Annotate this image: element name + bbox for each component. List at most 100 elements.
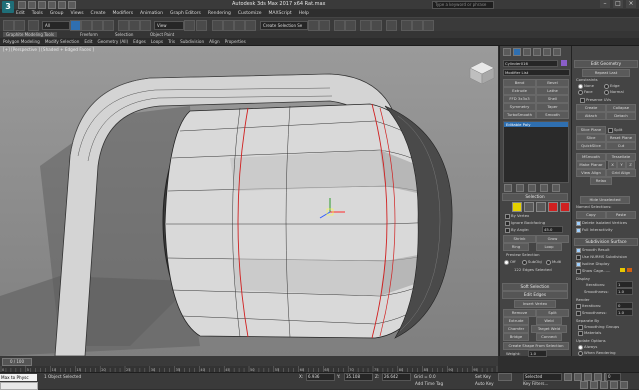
split-edge-button[interactable]: Split [536, 309, 569, 317]
edit-edges-rollout-header[interactable]: Edit Edges [502, 291, 568, 299]
constraint-edge-radio[interactable]: Edge [604, 83, 620, 89]
constraint-none-radio[interactable]: None [578, 83, 594, 89]
selection-filter-dropdown[interactable]: All [42, 21, 70, 30]
preview-off-radio[interactable]: Off [504, 259, 516, 265]
by-angle-checkbox[interactable]: By Angle: [505, 227, 529, 233]
material-editor-icon[interactable] [386, 20, 397, 31]
shell-button[interactable]: Shell [536, 95, 569, 103]
key-mode-icon[interactable] [498, 373, 512, 381]
redo-icon[interactable] [58, 1, 66, 9]
render-iterations-field[interactable]: 0 [616, 302, 633, 309]
bevel-button[interactable]: Bevel [536, 79, 569, 87]
ribbon-align[interactable]: Align [209, 39, 220, 44]
view-align-button[interactable]: View Align [576, 169, 606, 177]
element-level-icon[interactable] [560, 202, 570, 212]
selection-rollout-header[interactable]: Selection [502, 193, 568, 201]
layer-explorer-icon[interactable] [334, 20, 345, 31]
collapse-button[interactable]: Collapse [606, 104, 636, 112]
tab-selection[interactable]: Selection [115, 32, 133, 37]
named-selection-dropdown[interactable]: Create Selection Se [260, 21, 308, 30]
constraint-normal-radio[interactable]: Normal [604, 89, 624, 95]
cage-color-swatch[interactable] [620, 268, 625, 272]
ribbon-loops[interactable]: Loops [151, 39, 163, 44]
planar-y-button[interactable]: Y [617, 161, 626, 169]
rotate-icon[interactable] [129, 20, 140, 31]
taper-button[interactable]: Taper [536, 103, 569, 111]
modifier-list-dropdown[interactable]: Modifier List [503, 69, 570, 76]
undo-icon[interactable] [3, 20, 14, 31]
maxscript-listener-output[interactable] [0, 382, 38, 390]
maximize-button[interactable]: □ [613, 0, 623, 8]
select-object-icon[interactable] [70, 20, 81, 31]
ribbon-subdivision[interactable]: Subdivision [180, 39, 204, 44]
preview-multi-radio[interactable]: Multi [546, 259, 561, 265]
display-smoothness-field[interactable]: 1.0 [616, 288, 633, 295]
ring-button[interactable]: Ring [503, 243, 529, 251]
menu-animation[interactable]: Animation [140, 11, 163, 16]
ignore-backfacing-checkbox[interactable]: Ignore Backfacing [505, 220, 545, 226]
render-production-icon[interactable] [423, 20, 434, 31]
relax-button[interactable]: Relax [590, 177, 612, 185]
key-selection-dropdown[interactable]: Selected [523, 373, 562, 381]
menu-modifiers[interactable]: Modifiers [113, 11, 134, 16]
snaps-toggle-icon[interactable] [212, 20, 223, 31]
menu-rendering[interactable]: Rendering [208, 11, 231, 16]
create-tab-icon[interactable] [503, 48, 511, 56]
msmooth-button[interactable]: MSmooth [576, 153, 606, 161]
previous-frame-icon[interactable] [574, 373, 582, 381]
modify-tab-icon[interactable] [513, 48, 521, 56]
undo-icon[interactable] [48, 1, 56, 9]
tab-object-paint[interactable]: Object Paint [150, 32, 174, 37]
percent-snap-icon[interactable] [234, 20, 245, 31]
grow-button[interactable]: Grow [536, 235, 569, 243]
preserve-uvs-checkbox[interactable]: Preserve UVs [580, 97, 611, 103]
edit-geometry-rollout-header[interactable]: Edit Geometry [574, 60, 638, 68]
make-unique-icon[interactable] [528, 184, 536, 192]
weight-field[interactable]: 1.0 [528, 350, 547, 357]
preview-subobj-radio[interactable]: SubObj [522, 259, 542, 265]
ribbon-edges[interactable]: Edges [133, 39, 146, 44]
detach-button[interactable]: Detach [606, 112, 636, 120]
pivot-center-icon[interactable] [184, 20, 195, 31]
mirror-icon[interactable] [308, 20, 319, 31]
symmetry-button[interactable]: Symmetry [503, 103, 536, 111]
angle-value-field[interactable]: 45.0 [542, 226, 563, 233]
soft-selection-rollout-header[interactable]: Soft Selection [502, 283, 568, 291]
full-interactivity-checkbox[interactable]: Full Interactivity [576, 227, 613, 233]
chamfer-button[interactable]: Chamfer [503, 325, 529, 333]
render-iterations-checkbox[interactable]: Iterations: [576, 303, 601, 309]
reference-coordinate-dropdown[interactable]: View [154, 21, 184, 30]
extrude-edge-button[interactable]: Extrude [503, 317, 529, 325]
split-checkbox[interactable]: Split [608, 127, 622, 133]
object-color-swatch[interactable] [561, 60, 567, 66]
bridge-button[interactable]: Bridge [503, 333, 529, 341]
time-slider-thumb[interactable]: 0 / 100 [2, 358, 32, 366]
remove-button[interactable]: Remove [503, 309, 536, 317]
update-when-rendering-radio[interactable]: When Rendering [578, 350, 616, 356]
paste-button[interactable]: Paste [606, 211, 636, 219]
maxscript-listener[interactable]: Max to Physc [0, 374, 37, 381]
attach-button[interactable]: Attach [576, 112, 606, 120]
weld-button[interactable]: Weld [536, 317, 562, 325]
target-weld-button[interactable]: Target Weld [531, 325, 567, 333]
make-planar-button[interactable]: Make Planar [576, 161, 606, 169]
render-setup-icon[interactable] [401, 20, 412, 31]
schematic-view-icon[interactable] [371, 20, 382, 31]
rendered-frame-window-icon[interactable] [412, 20, 423, 31]
connect-button[interactable]: Connect [536, 333, 562, 341]
polygon-level-icon[interactable] [548, 202, 558, 212]
loop-button[interactable]: Loop [536, 243, 562, 251]
menu-graph-editors[interactable]: Graph Editors [170, 11, 201, 16]
utilities-tab-icon[interactable] [553, 48, 561, 56]
display-tab-icon[interactable] [543, 48, 551, 56]
edge-level-icon[interactable] [524, 202, 534, 212]
menu-maxscript[interactable]: MAXScript [269, 11, 292, 16]
show-cage-checkbox[interactable]: Show Cage...... [576, 268, 610, 274]
materials-checkbox[interactable]: Materials [578, 330, 601, 336]
y-coordinate-field[interactable]: 35.108 [344, 373, 373, 381]
ribbon-polygon-modeling[interactable]: Polygon Modeling [3, 39, 40, 44]
turbosmooth-button[interactable]: TurboSmooth [503, 111, 536, 119]
remove-modifier-icon[interactable] [540, 184, 548, 192]
move-icon[interactable] [118, 20, 129, 31]
create-button[interactable]: Create [576, 104, 606, 112]
